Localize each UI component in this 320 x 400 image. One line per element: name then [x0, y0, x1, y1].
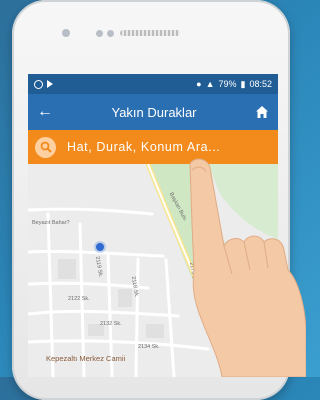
- front-camera-icon: [62, 29, 70, 37]
- wifi-signal-icon: ▲: [205, 79, 215, 89]
- map-street-label: 2134 Sk.: [138, 344, 160, 350]
- battery-percent: 79%: [218, 79, 237, 89]
- status-time: 08:52: [249, 79, 272, 89]
- sensor-icon: [107, 30, 114, 37]
- home-icon[interactable]: [255, 105, 269, 119]
- location-status-icon: ●: [196, 79, 202, 89]
- page-title: Yakın Duraklar: [111, 104, 197, 120]
- sensor-icon: [96, 30, 103, 37]
- current-location-dot: [96, 243, 104, 251]
- clock-notification-icon: [34, 79, 43, 89]
- map-street-label: 2132 Sk.: [100, 321, 122, 327]
- map-poi-label[interactable]: Kepezaltı Merkez Camii: [46, 354, 125, 363]
- status-bar: ● ▲ 79% ▮ 08:52: [28, 74, 278, 94]
- search-icon[interactable]: [35, 136, 56, 158]
- battery-icon: ▮: [240, 78, 246, 89]
- earpiece-speaker: [120, 30, 180, 36]
- search-input[interactable]: Hat, Durak, Konum Ara...: [67, 140, 220, 154]
- map-street-label: 2122 Sk.: [68, 296, 90, 302]
- pointing-hand-illustration: [189, 158, 306, 377]
- app-bar: ← Yakın Duraklar: [28, 94, 278, 130]
- arrow-left-icon[interactable]: ←: [37, 104, 53, 120]
- play-notification-icon: [47, 80, 53, 88]
- map-area-label: Beyazıt Bahar?: [32, 220, 70, 226]
